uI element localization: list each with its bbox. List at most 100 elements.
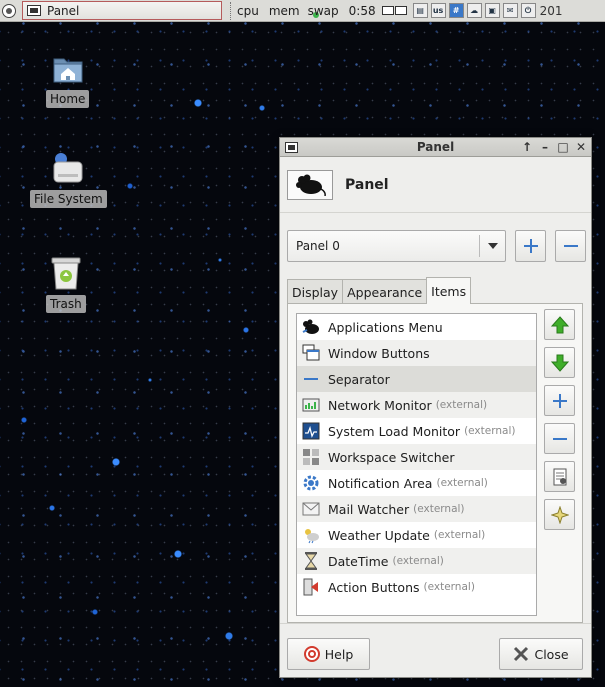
list-item-system-load-monitor[interactable]: System Load Monitor (external) — [297, 418, 536, 444]
external-tag: (external) — [413, 503, 465, 515]
cpu-graph-label[interactable]: cpu — [235, 4, 261, 18]
help-button[interactable]: Help — [287, 638, 370, 670]
plus-icon — [552, 393, 567, 408]
external-tag: (external) — [423, 581, 475, 593]
xfce-mouse-logo-icon — [287, 169, 333, 200]
drive-icon — [53, 153, 83, 183]
taskbar-button-label: Panel — [47, 3, 80, 18]
item-action-buttons — [544, 309, 575, 530]
remove-panel-button[interactable] — [555, 230, 586, 262]
move-down-button[interactable] — [544, 347, 575, 378]
properties-icon — [553, 468, 566, 485]
dialog-header-title: Panel — [345, 176, 389, 193]
item-label: Workspace Switcher — [328, 449, 455, 465]
xfce-menu-icon[interactable] — [2, 3, 16, 18]
maximize-icon[interactable]: □ — [557, 140, 569, 154]
monitor-tray-icon[interactable]: ▣ — [484, 3, 500, 18]
desktop-icon-trash[interactable]: Trash — [46, 255, 86, 313]
network-icon[interactable]: # — [448, 3, 464, 18]
workspace-switcher-icon — [301, 447, 321, 467]
star-info-icon — [550, 505, 569, 524]
arrow-down-icon — [550, 354, 569, 372]
notification-gear-icon — [301, 473, 321, 493]
edit-item-button[interactable] — [544, 461, 575, 492]
keyboard-layout-indicator[interactable]: us — [430, 3, 446, 18]
workspace-2[interactable] — [394, 6, 407, 15]
mail-tray-icon[interactable]: ✉ — [502, 3, 518, 18]
list-item-weather-update[interactable]: Weather Update (external) — [297, 522, 536, 548]
about-item-button[interactable] — [544, 499, 575, 530]
power-tray-icon[interactable]: ⏻ — [520, 3, 536, 18]
panel-preferences-window: Panel ↑ – □ ✕ Panel Panel 0 Display Appe… — [279, 137, 592, 678]
clipboard-icon[interactable]: ▤ — [412, 3, 428, 18]
chevron-down-icon[interactable] — [479, 235, 505, 257]
list-item-workspace-switcher[interactable]: Workspace Switcher — [297, 444, 536, 470]
list-item-mail-watcher[interactable]: Mail Watcher (external) — [297, 496, 536, 522]
action-buttons-icon — [301, 577, 321, 597]
item-label: Notification Area — [328, 475, 433, 491]
clock[interactable]: 201 — [540, 4, 563, 18]
mouse-icon — [301, 317, 321, 337]
network-monitor-icon — [301, 395, 321, 415]
desktop-icon-file-system[interactable]: File System — [30, 152, 107, 208]
panel-window-icon — [27, 5, 41, 16]
window-menu-icon[interactable] — [285, 141, 298, 153]
panel-select[interactable]: Panel 0 — [287, 230, 506, 262]
mail-icon — [301, 499, 321, 519]
separator-icon — [301, 369, 321, 389]
panel-select-value: Panel 0 — [296, 239, 340, 253]
close-button[interactable]: Close — [499, 638, 583, 670]
swap-graph-label[interactable]: swap — [306, 4, 341, 18]
list-item-datetime[interactable]: DateTime (external) — [297, 548, 536, 574]
desktop-icon-label: File System — [30, 190, 107, 208]
add-item-button[interactable] — [544, 385, 575, 416]
hourglass-icon — [301, 551, 321, 571]
dialog-footer: Help Close — [280, 623, 591, 678]
arrow-up-icon — [550, 315, 569, 333]
external-tag: (external) — [392, 555, 444, 567]
move-up-button[interactable] — [544, 309, 575, 340]
shade-up-icon[interactable]: ↑ — [521, 140, 533, 154]
desktop-icon-home[interactable]: Home — [46, 52, 90, 108]
desktop-icon-label: Trash — [46, 295, 86, 313]
item-label: Separator — [328, 371, 390, 387]
panel-items-list[interactable]: Applications Menu Window Buttons Separat… — [296, 313, 537, 616]
mem-graph-label[interactable]: mem — [267, 4, 302, 18]
help-button-label: Help — [324, 646, 354, 662]
weather-icon — [301, 525, 321, 545]
list-item-action-buttons[interactable]: Action Buttons (external) — [297, 574, 536, 600]
system-load-icon — [301, 421, 321, 441]
workspace-1[interactable] — [381, 6, 394, 15]
external-tag: (external) — [436, 477, 488, 489]
item-label: DateTime — [328, 553, 389, 569]
minimize-icon[interactable]: – — [539, 140, 551, 154]
workspace-pager[interactable] — [381, 6, 407, 15]
list-item-separator[interactable]: Separator — [297, 366, 536, 392]
tab-bar: Display Appearance Items — [287, 277, 472, 304]
window-controls: ↑ – □ ✕ — [521, 140, 587, 154]
system-tray: ▤ us # ☁ ▣ ✉ ⏻ — [412, 3, 536, 18]
tab-appearance[interactable]: Appearance — [342, 279, 428, 304]
close-button-label: Close — [534, 646, 569, 662]
minus-icon — [563, 245, 578, 247]
taskbar-button-panel[interactable]: Panel — [22, 1, 222, 20]
item-label: Mail Watcher — [328, 501, 410, 517]
list-item-network-monitor[interactable]: Network Monitor (external) — [297, 392, 536, 418]
help-icon — [303, 646, 320, 662]
external-tag: (external) — [435, 399, 488, 411]
panel-separator — [230, 1, 232, 20]
tab-display[interactable]: Display — [287, 279, 344, 304]
uptime-label: 0:58 — [348, 3, 376, 18]
close-x-icon — [513, 646, 529, 662]
add-panel-button[interactable] — [515, 230, 546, 262]
items-tab-content: Applications Menu Window Buttons Separat… — [287, 303, 583, 623]
list-item-applications-menu[interactable]: Applications Menu — [297, 314, 536, 340]
list-item-window-buttons[interactable]: Window Buttons — [297, 340, 536, 366]
home-folder-icon — [53, 58, 83, 83]
remove-item-button[interactable] — [544, 423, 575, 454]
weather-tray-icon[interactable]: ☁ — [466, 3, 482, 18]
tab-items[interactable]: Items — [426, 277, 472, 304]
list-item-notification-area[interactable]: Notification Area (external) — [297, 470, 536, 496]
close-icon[interactable]: ✕ — [575, 140, 587, 154]
window-titlebar[interactable]: Panel ↑ – □ ✕ — [280, 138, 591, 157]
